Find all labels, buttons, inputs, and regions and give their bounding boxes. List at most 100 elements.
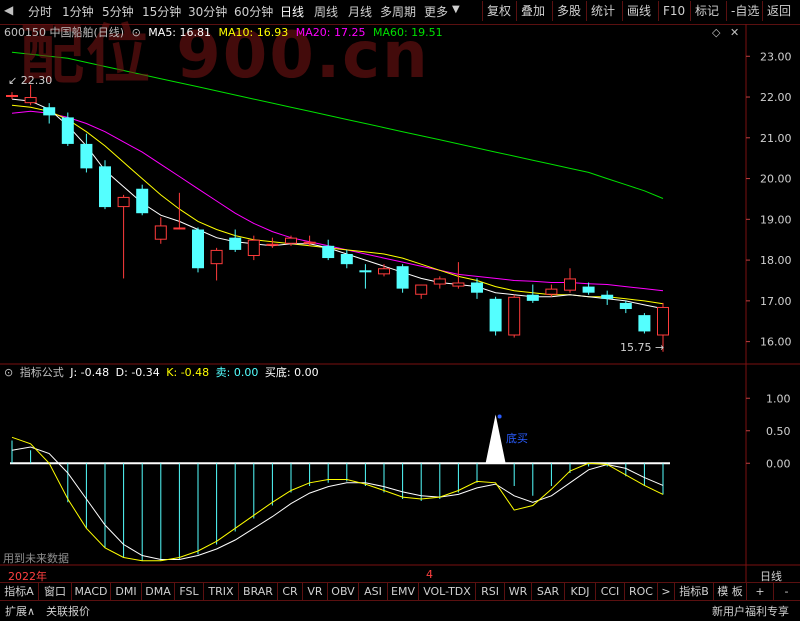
tab-vr[interactable]: VR <box>303 583 328 601</box>
indicator-k-value: K: -0.48 <box>166 366 210 379</box>
status-bar: 扩展∧ 关联报价 新用户福利专享 <box>0 600 800 621</box>
tab-sar[interactable]: SAR <box>532 583 565 601</box>
chart-grid <box>0 24 800 582</box>
overlay-button[interactable]: 叠加 <box>516 1 549 21</box>
indicator-title[interactable]: 指标公式 <box>20 366 64 379</box>
candle <box>80 133 93 173</box>
candle <box>99 160 111 210</box>
candle <box>6 92 18 100</box>
low-arrow-icon: → <box>655 341 665 354</box>
candle-body <box>433 278 446 285</box>
mark-button[interactable]: 标记 <box>690 1 723 21</box>
tab-dma[interactable]: DMA <box>142 583 175 601</box>
indicator-settings-icon[interactable]: ⊙ <box>4 366 13 379</box>
chart-canvas[interactable]: 23.00 22.00 21.00 20.00 19.00 18.00 17.00 16.00… <box>0 24 800 582</box>
ma20-value: MA20: 17.25 <box>295 26 366 39</box>
stock-code-name[interactable]: 600150 中国船舶(日线) <box>4 26 124 39</box>
candle-body <box>378 268 390 275</box>
candle-body <box>24 97 37 104</box>
more-dropdown-icon[interactable]: ▼ <box>452 4 460 15</box>
related-quotes-button[interactable]: 关联报价 <box>46 603 90 619</box>
indicator-header: ⊙ 指标公式 J: -0.48 D: -0.34 K: -0.48 卖: 0.0… <box>0 364 746 382</box>
candle-body <box>6 94 18 97</box>
candle-body <box>43 107 56 116</box>
candle-body <box>99 166 111 208</box>
candle-body <box>303 241 316 244</box>
candle <box>564 268 576 293</box>
candle-body <box>582 286 595 293</box>
candle <box>619 300 632 314</box>
price-header: 600150 中国船舶(日线) ⊙ MA5: 16.81 MA10: 16.93… <box>0 24 746 42</box>
tab-window[interactable]: 窗口 <box>39 583 72 601</box>
tab-brar[interactable]: BRAR <box>239 583 278 601</box>
tab-cci[interactable]: CCI <box>596 583 625 601</box>
tab-roc[interactable]: ROC <box>625 583 658 601</box>
tab-add[interactable]: + <box>747 583 774 601</box>
candle-body <box>564 278 576 291</box>
tab-indicator-b[interactable]: 指标B <box>675 583 714 601</box>
candle <box>266 237 279 248</box>
buy-signal-dot <box>497 414 502 419</box>
candle <box>638 313 651 334</box>
diamond-icon[interactable]: ◇ <box>712 26 720 39</box>
ma60-value: MA60: 19.51 <box>372 26 443 39</box>
candle-body <box>452 282 465 287</box>
ma5-value: MA5: 16.81 <box>148 26 212 39</box>
candle-body <box>619 302 632 310</box>
candle-body <box>154 225 167 240</box>
tab-dmi[interactable]: DMI <box>111 583 142 601</box>
tab-asi[interactable]: ASI <box>359 583 388 601</box>
candle <box>192 227 204 273</box>
low-price-value: 15.75 <box>620 341 652 354</box>
draw-line-button[interactable]: 画线 <box>622 1 655 21</box>
ma-settings-icon[interactable]: ⊙ <box>132 26 141 39</box>
candle <box>210 247 223 281</box>
candle <box>415 284 428 299</box>
tab-trix[interactable]: TRIX <box>204 583 239 601</box>
menu-arrow-icon[interactable]: ◀ <box>4 3 13 17</box>
tab-macd[interactable]: MACD <box>72 583 111 601</box>
month-label: 4 <box>426 568 433 581</box>
tab-template[interactable]: 模 板 <box>714 583 747 601</box>
price-tick-label: 23.00 <box>760 50 792 63</box>
tab-rsi[interactable]: RSI <box>476 583 505 601</box>
candle-body <box>322 245 335 259</box>
candlestick-chart <box>6 51 669 352</box>
candle <box>136 184 149 216</box>
add-favorite-button[interactable]: -自选 <box>726 1 763 21</box>
tab-indicator-a[interactable]: 指标A <box>0 583 39 601</box>
close-chart-icon[interactable]: ✕ <box>730 26 739 39</box>
candle-body <box>657 306 669 336</box>
candle <box>526 284 539 303</box>
candle-body <box>210 249 223 265</box>
candle-body <box>136 188 149 214</box>
multi-stock-button[interactable]: 多股 <box>552 1 585 21</box>
tab-emv[interactable]: EMV <box>388 583 419 601</box>
indicator-chart <box>10 414 670 562</box>
statistics-button[interactable]: 统计 <box>586 1 619 21</box>
high-arrow-icon: ↙ <box>8 74 18 87</box>
indicator-d-value: D: -0.34 <box>115 366 160 379</box>
candle-body <box>526 294 539 301</box>
watermark-text: 配位 900.cn <box>20 19 430 93</box>
tab-scroll-right[interactable]: > <box>658 583 675 601</box>
fuquan-button[interactable]: 复权 <box>482 1 515 21</box>
candle-body <box>266 243 279 246</box>
expand-button[interactable]: 扩展∧ <box>5 603 35 619</box>
tab-kdj[interactable]: KDJ <box>565 583 596 601</box>
new-user-promo-link[interactable]: 新用户福利专享 <box>712 603 789 619</box>
candle-body <box>340 253 353 265</box>
tab-vol-tdx[interactable]: VOL-TDX <box>419 583 476 601</box>
back-button[interactable]: 返回 <box>762 1 795 21</box>
tab-wr[interactable]: WR <box>505 583 532 601</box>
tab-remove[interactable]: - <box>774 583 799 601</box>
candle-body <box>247 239 260 257</box>
tab-fsl[interactable]: FSL <box>175 583 204 601</box>
candle-body <box>173 227 186 230</box>
indicator-j-value: J: -0.48 <box>70 366 110 379</box>
tab-obv[interactable]: OBV <box>328 583 359 601</box>
low-price-label: 15.75 → <box>620 341 664 354</box>
candle <box>433 276 446 289</box>
tab-cr[interactable]: CR <box>278 583 303 601</box>
f10-button[interactable]: F10 <box>658 1 689 21</box>
